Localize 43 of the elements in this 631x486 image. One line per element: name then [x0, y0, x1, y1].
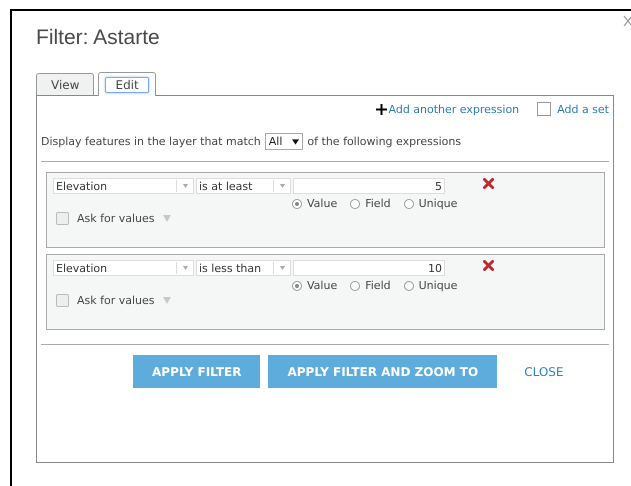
- radio-label[interactable]: Value: [307, 197, 338, 210]
- radio-button[interactable]: [292, 280, 302, 290]
- plus-icon: [376, 104, 386, 114]
- radio-label[interactable]: Unique: [418, 279, 458, 292]
- radio-button[interactable]: [350, 198, 360, 208]
- close-link[interactable]: CLOSE: [524, 364, 564, 378]
- radio-button[interactable]: [404, 198, 414, 208]
- checkbox[interactable]: [537, 102, 552, 116]
- caret-icon: [182, 266, 188, 270]
- field-dropdown[interactable]: Elevation: [53, 178, 194, 194]
- caret-icon: [278, 184, 286, 188]
- dialog-title: Filter: Astarte: [36, 25, 161, 51]
- add-set-label[interactable]: Add a set: [557, 102, 609, 116]
- caret-icon[interactable]: [162, 215, 171, 222]
- caret-icon: [278, 266, 286, 270]
- caret-icon: [292, 138, 300, 144]
- delete-icon[interactable]: [483, 260, 494, 271]
- checkbox[interactable]: [56, 212, 69, 225]
- match-dropdown[interactable]: All: [264, 133, 304, 150]
- ask-label[interactable]: Ask for values: [77, 212, 155, 225]
- delete-icon[interactable]: [483, 178, 494, 189]
- radio-button[interactable]: [292, 198, 302, 208]
- field-dropdown[interactable]: Elevation: [53, 260, 194, 276]
- radio-label[interactable]: Field: [365, 197, 391, 210]
- value-field[interactable]: 5: [293, 178, 445, 194]
- caret-icon[interactable]: [162, 297, 171, 304]
- value-field[interactable]: 10: [293, 260, 445, 276]
- radio-button[interactable]: [404, 280, 414, 290]
- ask-label[interactable]: Ask for values: [77, 294, 155, 307]
- operator-dropdown[interactable]: is at least: [196, 178, 291, 194]
- radio-label[interactable]: Field: [365, 279, 391, 292]
- radio-label[interactable]: Value: [307, 279, 338, 292]
- radio-button[interactable]: [350, 280, 360, 290]
- caret-icon: [182, 184, 188, 188]
- match-label: Display features in the layer that match: [41, 135, 261, 148]
- match-label: of the following expressions: [307, 135, 462, 148]
- radio-label[interactable]: Unique: [418, 197, 458, 210]
- close-icon[interactable]: [623, 15, 631, 27]
- checkbox[interactable]: [56, 294, 69, 307]
- tab[interactable]: View: [36, 73, 94, 95]
- tab[interactable]: Edit: [98, 72, 156, 96]
- add-expression-link[interactable]: Add another expression: [376, 102, 520, 116]
- operator-dropdown[interactable]: is less than: [196, 260, 291, 276]
